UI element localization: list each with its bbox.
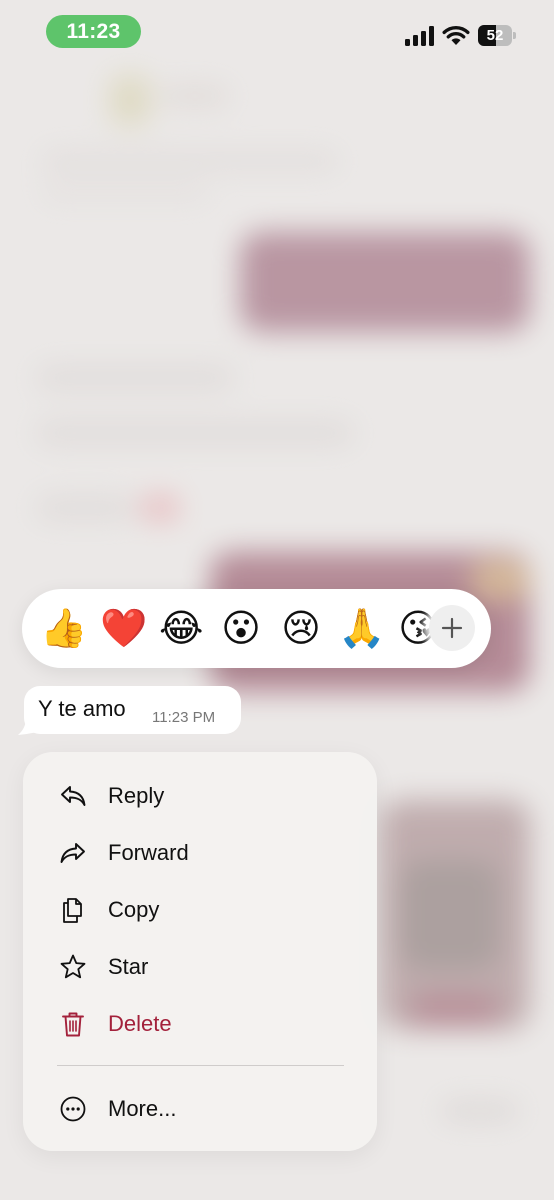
star-icon: [60, 954, 86, 979]
menu-label-copy: Copy: [108, 897, 160, 922]
menu-item-more[interactable]: More...: [23, 1082, 377, 1136]
reply-icon: [61, 786, 86, 806]
reaction-heart[interactable]: ❤️: [100, 605, 147, 651]
reaction-thumbs-up[interactable]: 👍: [40, 605, 87, 651]
menu-item-reply[interactable]: Reply: [23, 769, 377, 823]
reaction-laughing[interactable]: 😂: [159, 605, 203, 651]
cellular-signal-icon: [405, 26, 434, 46]
reaction-bar: 👍 ❤️ 😂 😮 😢 🙏 😘: [22, 589, 491, 668]
menu-label-forward: Forward: [108, 840, 189, 865]
menu-label-more: More...: [108, 1096, 177, 1121]
menu-divider: [57, 1065, 344, 1066]
menu-item-forward[interactable]: Forward: [23, 826, 377, 880]
menu-label-star: Star: [108, 954, 149, 979]
copy-icon: [63, 898, 82, 923]
plus-icon: [441, 617, 463, 639]
message-time: 11:23 PM: [152, 709, 216, 726]
reaction-surprised[interactable]: 😮: [219, 605, 263, 651]
add-reaction-button[interactable]: [429, 605, 475, 651]
reaction-praying-hands[interactable]: 🙏: [338, 605, 385, 651]
battery-level: 52: [486, 27, 504, 44]
trash-icon: [62, 1012, 84, 1037]
menu-label-delete: Delete: [108, 1011, 172, 1036]
forward-icon: [60, 843, 85, 863]
menu-label-reply: Reply: [108, 783, 165, 808]
menu-item-delete[interactable]: Delete: [23, 997, 377, 1051]
message-text: Y te amo: [38, 696, 126, 721]
menu-item-star[interactable]: Star: [23, 940, 377, 994]
more-icon: [60, 1096, 86, 1122]
status-bar: 11:23 52: [0, 0, 554, 62]
message-context-menu: Reply Forward Copy Star Delete More...: [23, 752, 377, 1151]
reaction-crying[interactable]: 😢: [279, 605, 323, 651]
menu-item-copy[interactable]: Copy: [23, 883, 377, 937]
battery-indicator: 52: [478, 25, 516, 46]
status-time[interactable]: 11:23: [46, 15, 141, 48]
wifi-icon: [442, 25, 470, 45]
